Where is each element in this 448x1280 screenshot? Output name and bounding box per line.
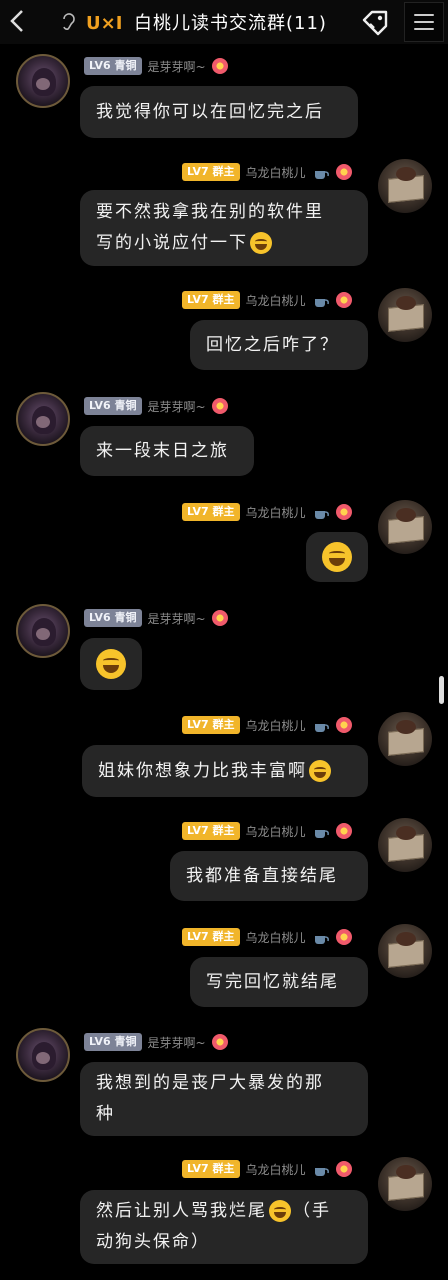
page-title: 白桃儿读书交流群(11) xyxy=(134,13,327,34)
sender-name: 是芽芽啊~ xyxy=(147,611,206,626)
hamburger-menu-icon xyxy=(414,14,434,16)
message-bubble[interactable]: 我想到的是丧尸大暴发的那 种 xyxy=(80,1062,368,1136)
teapot-icon xyxy=(314,171,329,179)
flower-icon xyxy=(335,504,352,520)
avatar[interactable] xyxy=(378,288,432,342)
avatar[interactable] xyxy=(378,159,432,213)
flower-icon xyxy=(335,292,352,308)
message-bubble[interactable]: 写完回忆就结尾 xyxy=(190,957,368,1007)
flower-icon xyxy=(211,58,228,74)
ux-logo: U×I xyxy=(86,11,130,34)
chevron-left-icon xyxy=(10,10,23,32)
avatar[interactable] xyxy=(16,1028,70,1082)
message-bubble[interactable] xyxy=(306,532,368,582)
level-badge: LV6 青铜 xyxy=(84,1033,142,1051)
sender-meta: LV7 群主 乌龙白桃儿 xyxy=(182,162,352,182)
ear-icon[interactable] xyxy=(60,12,76,32)
message-text: 要不然我拿我在别的软件里 写的小说应付一下 xyxy=(96,202,324,254)
level-badge: LV6 青铜 xyxy=(84,609,142,627)
sender-name: 乌龙白桃儿 xyxy=(245,293,306,308)
flower-icon xyxy=(335,929,352,945)
flower-icon xyxy=(335,823,352,839)
message-bubble[interactable]: 我觉得你可以在回忆完之后 xyxy=(80,86,358,138)
sender-name: 乌龙白桃儿 xyxy=(245,505,306,520)
message-bubble[interactable]: 我都准备直接结尾 xyxy=(170,851,368,901)
laugh-tears-emoji-icon xyxy=(309,759,331,782)
sender-meta: LV7 群主 乌龙白桃儿 xyxy=(182,502,352,522)
level-badge: LV7 群主 xyxy=(182,822,240,840)
sender-name: 是芽芽啊~ xyxy=(147,59,206,74)
flower-icon xyxy=(211,398,228,414)
message-text: 然后让别人骂我烂尾 （手 动狗头保命） xyxy=(96,1200,331,1252)
avatar[interactable] xyxy=(378,1157,432,1211)
sender-meta: LV7 群主 乌龙白桃儿 xyxy=(182,290,352,310)
message-text: 来一段末日之旅 xyxy=(96,440,229,461)
rofl-emoji-icon xyxy=(96,649,126,679)
sender-meta: LV6 青铜 是芽芽啊~ xyxy=(84,1032,228,1052)
back-button[interactable] xyxy=(4,6,32,36)
teapot-icon xyxy=(314,511,329,519)
menu-button[interactable] xyxy=(404,2,444,42)
avatar[interactable] xyxy=(378,818,432,872)
sender-name: 乌龙白桃儿 xyxy=(245,1162,306,1177)
level-badge: LV6 青铜 xyxy=(84,57,142,75)
message-text: 回忆之后咋了？ xyxy=(206,334,339,355)
message-bubble[interactable]: 回忆之后咋了？ xyxy=(190,320,368,370)
flower-icon xyxy=(335,717,352,733)
message-bubble[interactable] xyxy=(80,638,142,690)
sender-meta: LV7 群主 乌龙白桃儿 xyxy=(182,715,352,735)
laugh-tears-emoji-icon xyxy=(269,1200,291,1222)
chat-header: U×I 白桃儿读书交流群(11) xyxy=(0,0,448,44)
sender-meta: LV7 群主 乌龙白桃儿 xyxy=(182,1159,352,1179)
teapot-icon xyxy=(314,299,329,307)
message-text: 写完回忆就结尾 xyxy=(206,971,339,992)
flower-icon xyxy=(335,164,352,180)
sender-name: 乌龙白桃儿 xyxy=(245,165,306,180)
message-text: 姐妹你想象力比我丰富啊 xyxy=(98,756,333,787)
sender-name: 乌龙白桃儿 xyxy=(245,718,306,733)
scrollbar-thumb[interactable] xyxy=(439,676,444,704)
teapot-icon xyxy=(314,724,329,732)
level-badge: LV7 群主 xyxy=(182,716,240,734)
message-text: 我都准备直接结尾 xyxy=(186,865,338,886)
svg-text:U×I: U×I xyxy=(86,13,122,33)
sender-meta: LV7 群主 乌龙白桃儿 xyxy=(182,927,352,947)
message-bubble[interactable]: 来一段末日之旅 xyxy=(80,426,254,476)
flower-icon xyxy=(211,610,228,626)
sender-meta: LV6 青铜 是芽芽啊~ xyxy=(84,396,228,416)
avatar[interactable] xyxy=(16,604,70,658)
sender-name: 是芽芽啊~ xyxy=(147,1035,206,1050)
message-text: 我想到的是丧尸大暴发的那 种 xyxy=(96,1073,324,1124)
sender-name: 乌龙白桃儿 xyxy=(245,824,306,839)
sender-meta: LV7 群主 乌龙白桃儿 xyxy=(182,821,352,841)
message-bubble[interactable]: 要不然我拿我在别的软件里 写的小说应付一下 xyxy=(80,190,368,266)
avatar[interactable] xyxy=(378,500,432,554)
avatar[interactable] xyxy=(16,392,70,446)
level-badge: LV7 群主 xyxy=(182,1160,240,1178)
drool-emoji-icon xyxy=(250,232,272,254)
level-badge: LV7 群主 xyxy=(182,163,240,181)
message-bubble[interactable]: 姐妹你想象力比我丰富啊 xyxy=(82,745,368,797)
sender-name: 乌龙白桃儿 xyxy=(245,930,306,945)
teapot-icon xyxy=(314,1168,329,1176)
level-badge: LV7 群主 xyxy=(182,928,240,946)
sender-name: 是芽芽啊~ xyxy=(147,399,206,414)
avatar[interactable] xyxy=(16,54,70,108)
flower-icon xyxy=(211,1034,228,1050)
level-badge: LV7 群主 xyxy=(182,291,240,309)
message-bubble[interactable]: 然后让别人骂我烂尾 （手 动狗头保命） xyxy=(80,1190,368,1264)
level-badge: LV6 青铜 xyxy=(84,397,142,415)
teapot-icon xyxy=(314,936,329,944)
message-text: 我觉得你可以在回忆完之后 xyxy=(96,101,324,122)
sender-meta: LV6 青铜 是芽芽啊~ xyxy=(84,608,228,628)
flower-icon xyxy=(335,1161,352,1177)
tag-icon[interactable] xyxy=(358,6,392,40)
avatar[interactable] xyxy=(378,924,432,978)
level-badge: LV7 群主 xyxy=(182,503,240,521)
sender-meta: LV6 青铜 是芽芽啊~ xyxy=(84,56,228,76)
avatar[interactable] xyxy=(378,712,432,766)
laugh-tears-emoji-icon xyxy=(322,542,352,572)
teapot-icon xyxy=(314,830,329,838)
